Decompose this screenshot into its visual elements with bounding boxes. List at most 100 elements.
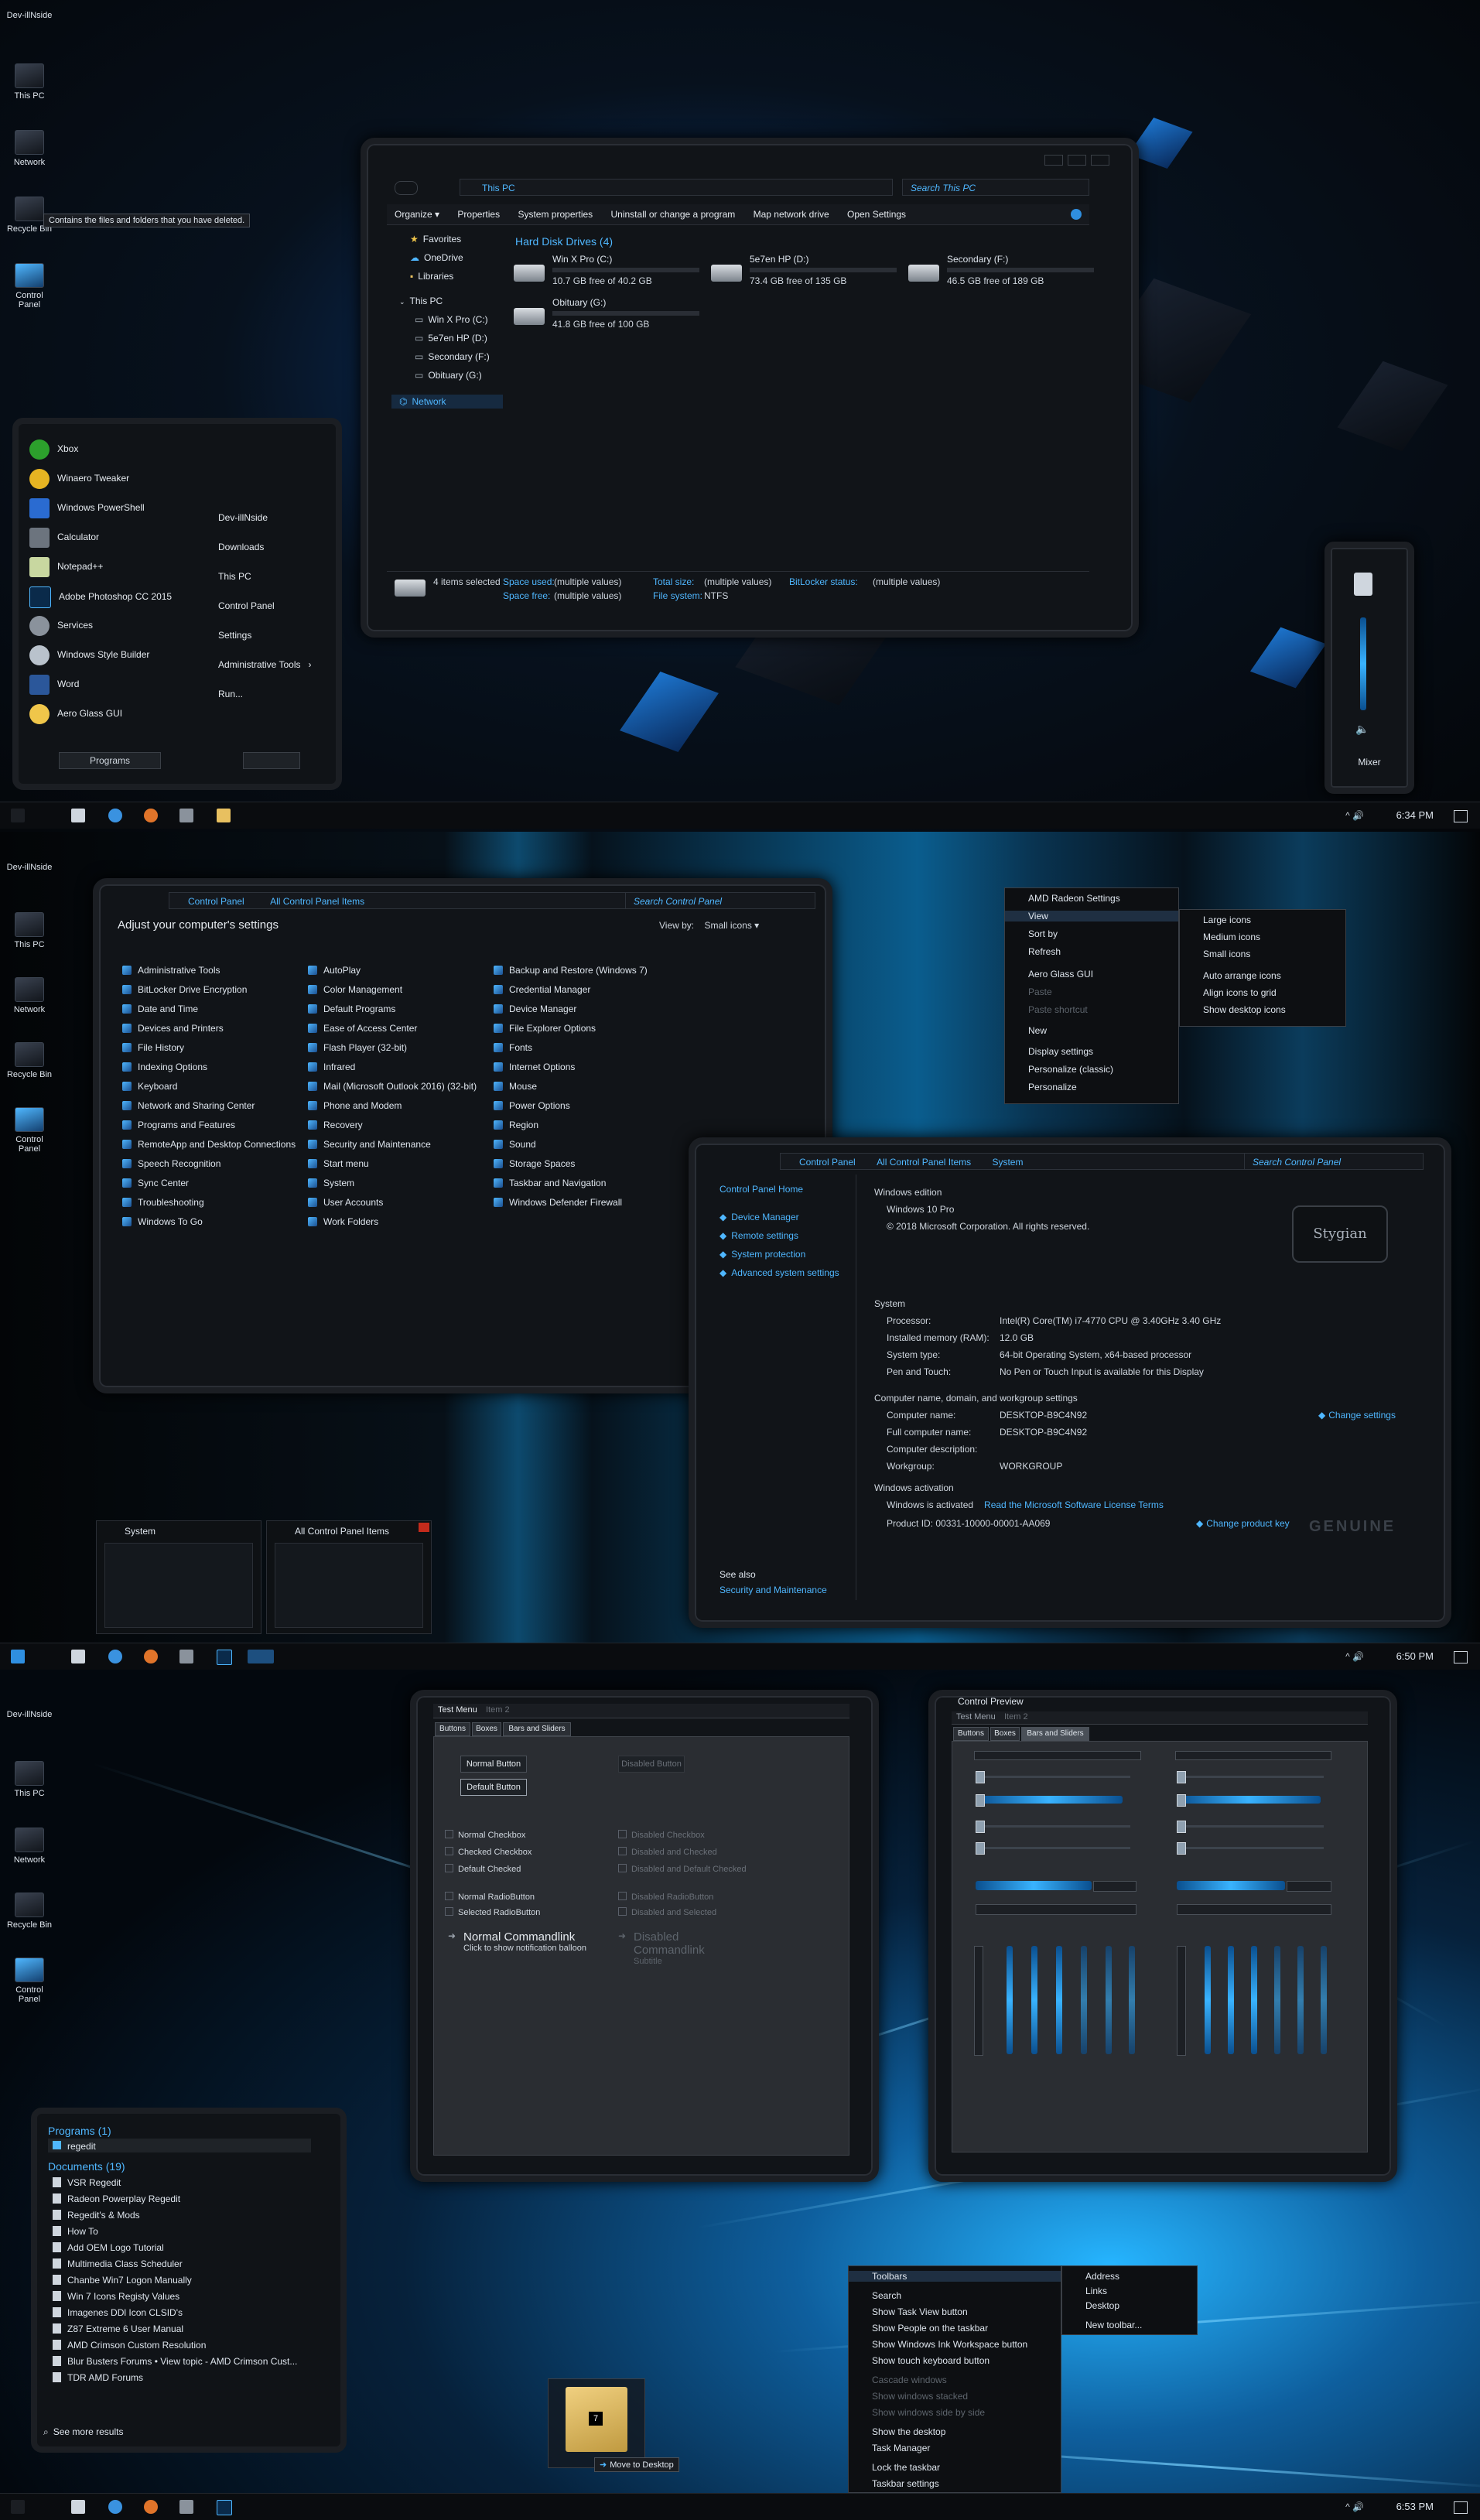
checked-checkbox[interactable]: Checked Checkbox [445, 1847, 532, 1857]
start-button[interactable] [11, 1650, 25, 1663]
document-result[interactable]: AMD Crimson Custom Resolution [53, 2340, 206, 2351]
document-result[interactable]: TDR AMD Forums [53, 2372, 143, 2383]
context-item[interactable]: Show the desktop [849, 2426, 1061, 2437]
document-result[interactable]: Win 7 Icons Registy Values [53, 2291, 179, 2302]
context-item[interactable]: Personalize [1005, 1082, 1178, 1092]
change-settings-link[interactable]: ◆ Change settings [1318, 1410, 1396, 1421]
desktop-icon-this-pc[interactable]: This PC [5, 63, 54, 101]
drive-tile[interactable]: Win X Pro (C:) 10.7 GB free of 40.2 GB [514, 252, 703, 291]
menu-item-2[interactable]: Item 2 [1004, 1712, 1028, 1722]
uninstall-button[interactable]: Uninstall or change a program [611, 204, 736, 224]
firefox-icon[interactable] [144, 1650, 158, 1663]
nav-drive-f[interactable]: ▭ Secondary (F:) [415, 351, 490, 362]
toolbar-submenu-item[interactable]: Desktop [1062, 2300, 1197, 2311]
context-item[interactable]: Show Windows Ink Workspace button [849, 2339, 1061, 2350]
slider-track[interactable] [976, 1825, 1130, 1828]
drive-tile[interactable]: Obituary (G:) 41.8 GB free of 100 GB [514, 296, 703, 334]
desktop-icon-network[interactable]: Network [5, 130, 54, 167]
vertical-slider[interactable] [1081, 1946, 1087, 2054]
desktop-icon-control-panel[interactable]: Control Panel [5, 1107, 54, 1154]
cp-item[interactable]: Keyboard [122, 1081, 177, 1092]
edge-icon[interactable] [108, 1650, 122, 1663]
start-link-admin-tools[interactable]: Administrative Tools › [218, 659, 312, 670]
edge-icon[interactable] [108, 809, 122, 822]
cp-item[interactable]: RemoteApp and Desktop Connections [122, 1139, 296, 1150]
view-submenu-item[interactable]: Small icons [1180, 949, 1345, 959]
nav-drive-g[interactable]: ▭ Obituary (G:) [415, 370, 482, 381]
cp-item[interactable]: Mouse [494, 1081, 537, 1092]
cp-item[interactable]: AutoPlay [308, 965, 361, 976]
menu-test[interactable]: Test Menu [438, 1705, 477, 1715]
vertical-slider[interactable] [1129, 1946, 1135, 2054]
cp-item[interactable]: Work Folders [308, 1216, 378, 1227]
start-item-notepadpp[interactable]: Notepad++ [29, 557, 103, 577]
cp-item[interactable]: Security and Maintenance [308, 1139, 431, 1150]
start-link-control-panel[interactable]: Control Panel [218, 600, 275, 611]
cp-item[interactable]: Default Programs [308, 1004, 395, 1014]
start-link-this-pc[interactable]: This PC [218, 571, 251, 582]
cp-item[interactable]: Internet Options [494, 1062, 575, 1072]
firefox-icon[interactable] [144, 2500, 158, 2514]
document-result[interactable]: Radeon Powerplay Regedit [53, 2193, 180, 2204]
cp-item[interactable]: Administrative Tools [122, 965, 220, 976]
nav-onedrive[interactable]: ☁ OneDrive [410, 252, 463, 263]
document-result[interactable]: How To [53, 2226, 98, 2237]
nav-libraries[interactable]: ▪ Libraries [410, 271, 453, 282]
default-checked-checkbox[interactable]: Default Checked [445, 1864, 521, 1874]
link-system-protection[interactable]: ◆ System protection [719, 1249, 805, 1260]
vertical-slider[interactable] [1007, 1946, 1013, 2054]
start-button[interactable] [11, 809, 25, 822]
toolbar-submenu-item[interactable]: Links [1062, 2286, 1197, 2296]
context-item[interactable]: Lock the taskbar [849, 2462, 1061, 2473]
slider-thumb[interactable] [976, 1794, 985, 1807]
view-submenu-item[interactable]: Large icons [1180, 915, 1345, 925]
cp-item[interactable]: Ease of Access Center [308, 1023, 417, 1034]
desktop-icon-user-folder[interactable]: Dev-illNside [5, 11, 54, 20]
desktop-icon-recycle-bin[interactable]: Recycle Bin [5, 1893, 54, 1930]
start-link-user[interactable]: Dev-illNside [218, 512, 268, 523]
nav-drive-d[interactable]: ▭ 5e7en HP (D:) [415, 333, 487, 344]
app-icon[interactable] [179, 809, 193, 822]
cp-item[interactable]: Phone and Modem [308, 1100, 402, 1111]
master-volume-slider[interactable] [1360, 617, 1366, 710]
help-icon[interactable] [1071, 209, 1082, 220]
organize-button[interactable]: Organize ▾ [395, 204, 439, 224]
store-icon[interactable] [71, 2500, 85, 2514]
slider-thumb[interactable] [976, 1842, 985, 1855]
search-box[interactable]: Search Control Panel [625, 892, 815, 909]
view-submenu-item[interactable]: Auto arrange icons [1180, 970, 1345, 981]
clock[interactable]: 6:53 PM [1396, 2501, 1434, 2512]
start-link-downloads[interactable]: Downloads [218, 542, 264, 552]
cp-item[interactable]: Start menu [308, 1158, 369, 1169]
document-result[interactable]: Regedit's & Mods [53, 2210, 140, 2221]
breadcrumb-system[interactable]: System [992, 1157, 1023, 1168]
tab-buttons[interactable]: Buttons [435, 1722, 470, 1736]
cp-item[interactable]: Date and Time [122, 1004, 198, 1014]
cp-item[interactable]: Flash Player (32-bit) [308, 1042, 407, 1053]
change-key-link[interactable]: ◆ Change product key [1196, 1518, 1290, 1529]
cp-item[interactable]: Fonts [494, 1042, 532, 1053]
cp-item[interactable]: Windows To Go [122, 1216, 203, 1227]
vertical-slider[interactable] [1106, 1946, 1112, 2054]
photoshop-icon[interactable] [217, 2500, 232, 2515]
open-settings-button[interactable]: Open Settings [847, 204, 906, 224]
context-item[interactable]: Toolbars [849, 2271, 1061, 2282]
vscrollbar[interactable] [1177, 1946, 1186, 2056]
scrollbar-right[interactable] [1175, 1751, 1331, 1760]
context-item[interactable]: View [1005, 911, 1178, 921]
desktop-icon-this-pc[interactable]: This PC [5, 912, 54, 949]
clock[interactable]: 6:50 PM [1396, 1650, 1434, 1662]
vertical-slider[interactable] [1056, 1946, 1062, 2054]
photoshop-icon[interactable] [217, 1650, 232, 1665]
cp-item[interactable]: Speech Recognition [122, 1158, 220, 1169]
cp-item[interactable]: Device Manager [494, 1004, 576, 1014]
speaker-icon[interactable]: 🔈 [1355, 723, 1371, 737]
start-item-powershell[interactable]: Windows PowerShell [29, 498, 145, 518]
slider-track[interactable] [1177, 1776, 1324, 1778]
cp-item[interactable]: System [308, 1178, 354, 1188]
address-bar[interactable]: Control Panel All Control Panel Items [169, 892, 695, 909]
nav-network[interactable]: ⌬ Network [391, 395, 503, 409]
document-result[interactable]: Imagenes DDl Icon CLSID's [53, 2307, 183, 2318]
search-box[interactable]: Search This PC [902, 179, 1089, 196]
vertical-slider[interactable] [1228, 1946, 1234, 2054]
